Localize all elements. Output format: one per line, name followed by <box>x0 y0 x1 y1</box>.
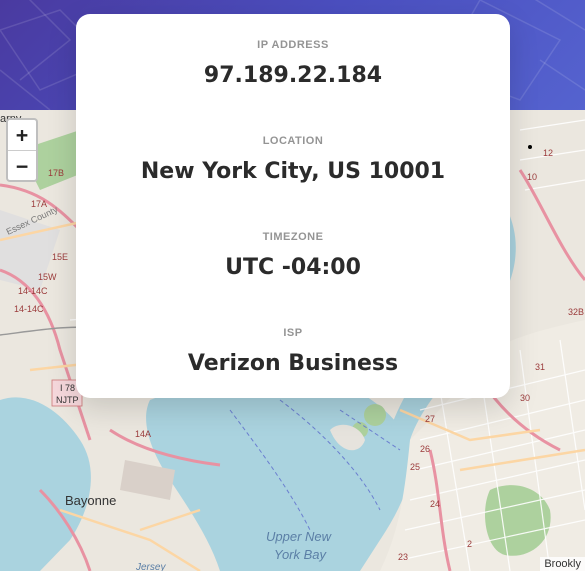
ip-address-field: IP ADDRESS 97.189.22.184 <box>76 39 510 88</box>
ip-address-label: IP ADDRESS <box>257 39 329 51</box>
ip-info-card: IP ADDRESS 97.189.22.184 LOCATION New Yo… <box>76 14 510 398</box>
isp-value: Verizon Business <box>187 351 399 376</box>
exit-label-15e: 15E <box>52 252 68 262</box>
isp-field: ISP Verizon Business <box>76 327 510 376</box>
map-label-jersey: Jersey <box>135 562 166 571</box>
route-label-24: 24 <box>430 499 440 509</box>
zoom-in-button[interactable]: + <box>8 120 36 151</box>
isp-label: ISP <box>283 327 303 339</box>
map-label-bayonne: Bayonne <box>65 493 116 508</box>
exit-label-17b: 17B <box>48 168 64 178</box>
route-label-26: 26 <box>420 444 430 454</box>
ip-address-value: 97.189.22.184 <box>203 63 383 88</box>
route-label-2: 2 <box>467 539 472 549</box>
exit-label-15w: 15W <box>38 272 57 282</box>
map-attribution[interactable]: Brookly <box>540 557 585 571</box>
zoom-out-button[interactable]: − <box>8 151 36 181</box>
route-label-27: 27 <box>425 414 435 424</box>
exit-label-17a: 17A <box>31 199 47 209</box>
location-value: New York City, US 10001 <box>140 159 446 184</box>
map-label-upper-bay-1: Upper New <box>266 529 333 544</box>
route-label-30: 30 <box>520 393 530 403</box>
route-label-10: 10 <box>527 172 537 182</box>
location-field: LOCATION New York City, US 10001 <box>76 135 510 184</box>
route-label-31: 31 <box>535 362 545 372</box>
exit-label-14a: 14A <box>135 429 151 439</box>
map-label-upper-bay-2: York Bay <box>274 547 328 562</box>
exit-label-14c-1: 14-14C <box>18 286 48 296</box>
zoom-control: + − <box>6 118 38 182</box>
route-label-25: 25 <box>410 462 420 472</box>
location-label: LOCATION <box>262 135 324 147</box>
exit-label-14c-2: 14-14C <box>14 304 44 314</box>
timezone-value: UTC -04:00 <box>225 255 361 280</box>
timezone-label: TIMEZONE <box>262 231 324 243</box>
map-label-njtp: NJTP <box>56 395 79 405</box>
map-label-i78: I 78 <box>60 383 75 393</box>
timezone-field: TIMEZONE UTC -04:00 <box>76 231 510 280</box>
route-label-32b: 32B <box>568 307 584 317</box>
route-label-23: 23 <box>398 552 408 562</box>
route-label-12: 12 <box>543 148 553 158</box>
